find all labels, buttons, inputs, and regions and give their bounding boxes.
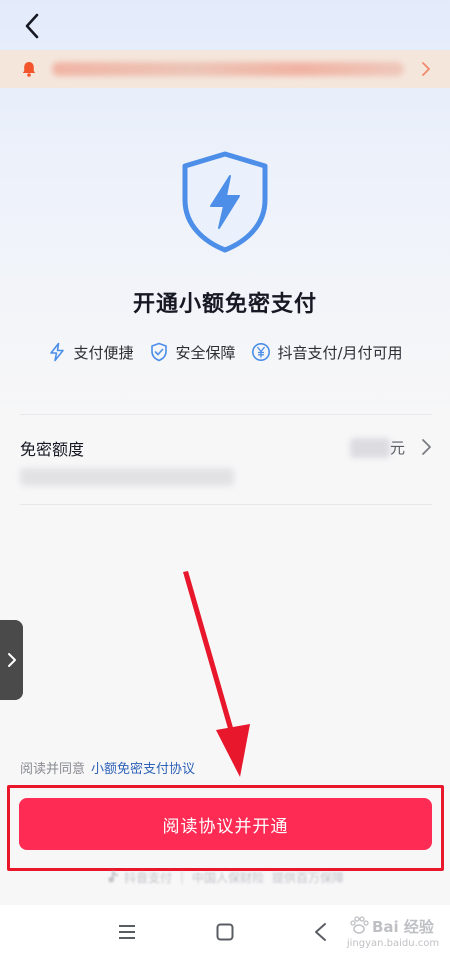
paw-logo-icon xyxy=(350,916,369,934)
shield-lightning-icon xyxy=(182,151,268,253)
feature-item: 安全保障 xyxy=(149,342,235,363)
feature-item: 支付便捷 xyxy=(47,342,133,363)
chevron-right-icon xyxy=(7,653,16,667)
back-button[interactable] xyxy=(16,10,48,42)
watermark-text: Bai 经验 xyxy=(372,918,434,936)
watermark-url: jingyan.baidu.com xyxy=(346,938,440,949)
limit-row[interactable]: 免密额度 元 xyxy=(0,416,450,504)
menu-icon[interactable] xyxy=(117,923,137,941)
shield-check-icon xyxy=(151,342,168,362)
baidu-jingyan-watermark: Bai 经验 jingyan.baidu.com xyxy=(338,910,448,954)
agreement-prefix: 阅读并同意 xyxy=(20,762,86,777)
footer-brand: 抖音支付 | 中国人保财险 提供百万保障 xyxy=(0,868,450,886)
chevron-left-icon xyxy=(25,13,39,39)
footer-brand-2: 中国人保财险 xyxy=(192,870,265,885)
limit-value-redacted xyxy=(350,438,390,458)
footer-separator: | xyxy=(179,870,185,884)
feature-label: 支付便捷 xyxy=(73,343,134,362)
chevron-right-icon xyxy=(422,62,430,76)
annotation-highlight-box xyxy=(7,785,444,871)
feature-item: 抖音支付/月付可用 xyxy=(251,342,403,363)
chevron-right-icon xyxy=(422,439,431,455)
divider xyxy=(20,414,432,415)
yuan-circle-icon xyxy=(252,343,271,361)
agreement-link[interactable]: 小额免密支付协议 xyxy=(91,762,195,777)
notice-text-redacted xyxy=(52,62,404,76)
music-note-logo-icon xyxy=(108,871,118,883)
divider xyxy=(20,504,432,505)
limit-unit: 元 xyxy=(390,439,406,457)
page-title: 开通小额免密支付 xyxy=(132,292,317,317)
triangle-back-icon[interactable] xyxy=(313,922,329,942)
square-home-icon[interactable] xyxy=(215,922,235,942)
feature-list: 支付便捷 安全保障 抖音支付/月付可用 xyxy=(0,340,450,364)
footer-brand-1: 抖音支付 xyxy=(123,870,172,885)
lightning-icon xyxy=(50,342,65,362)
feature-label: 安全保障 xyxy=(175,343,236,362)
side-expand-handle[interactable] xyxy=(0,620,23,700)
agreement-line: 阅读并同意 小额免密支付协议 xyxy=(20,758,195,777)
footer-brand-3: 提供百万保障 xyxy=(272,870,345,885)
limit-description-redacted xyxy=(20,468,234,486)
feature-label: 抖音支付/月付可用 xyxy=(277,343,403,362)
notice-bar[interactable] xyxy=(0,50,450,88)
limit-label: 免密额度 xyxy=(20,440,85,459)
bell-icon xyxy=(22,62,36,77)
